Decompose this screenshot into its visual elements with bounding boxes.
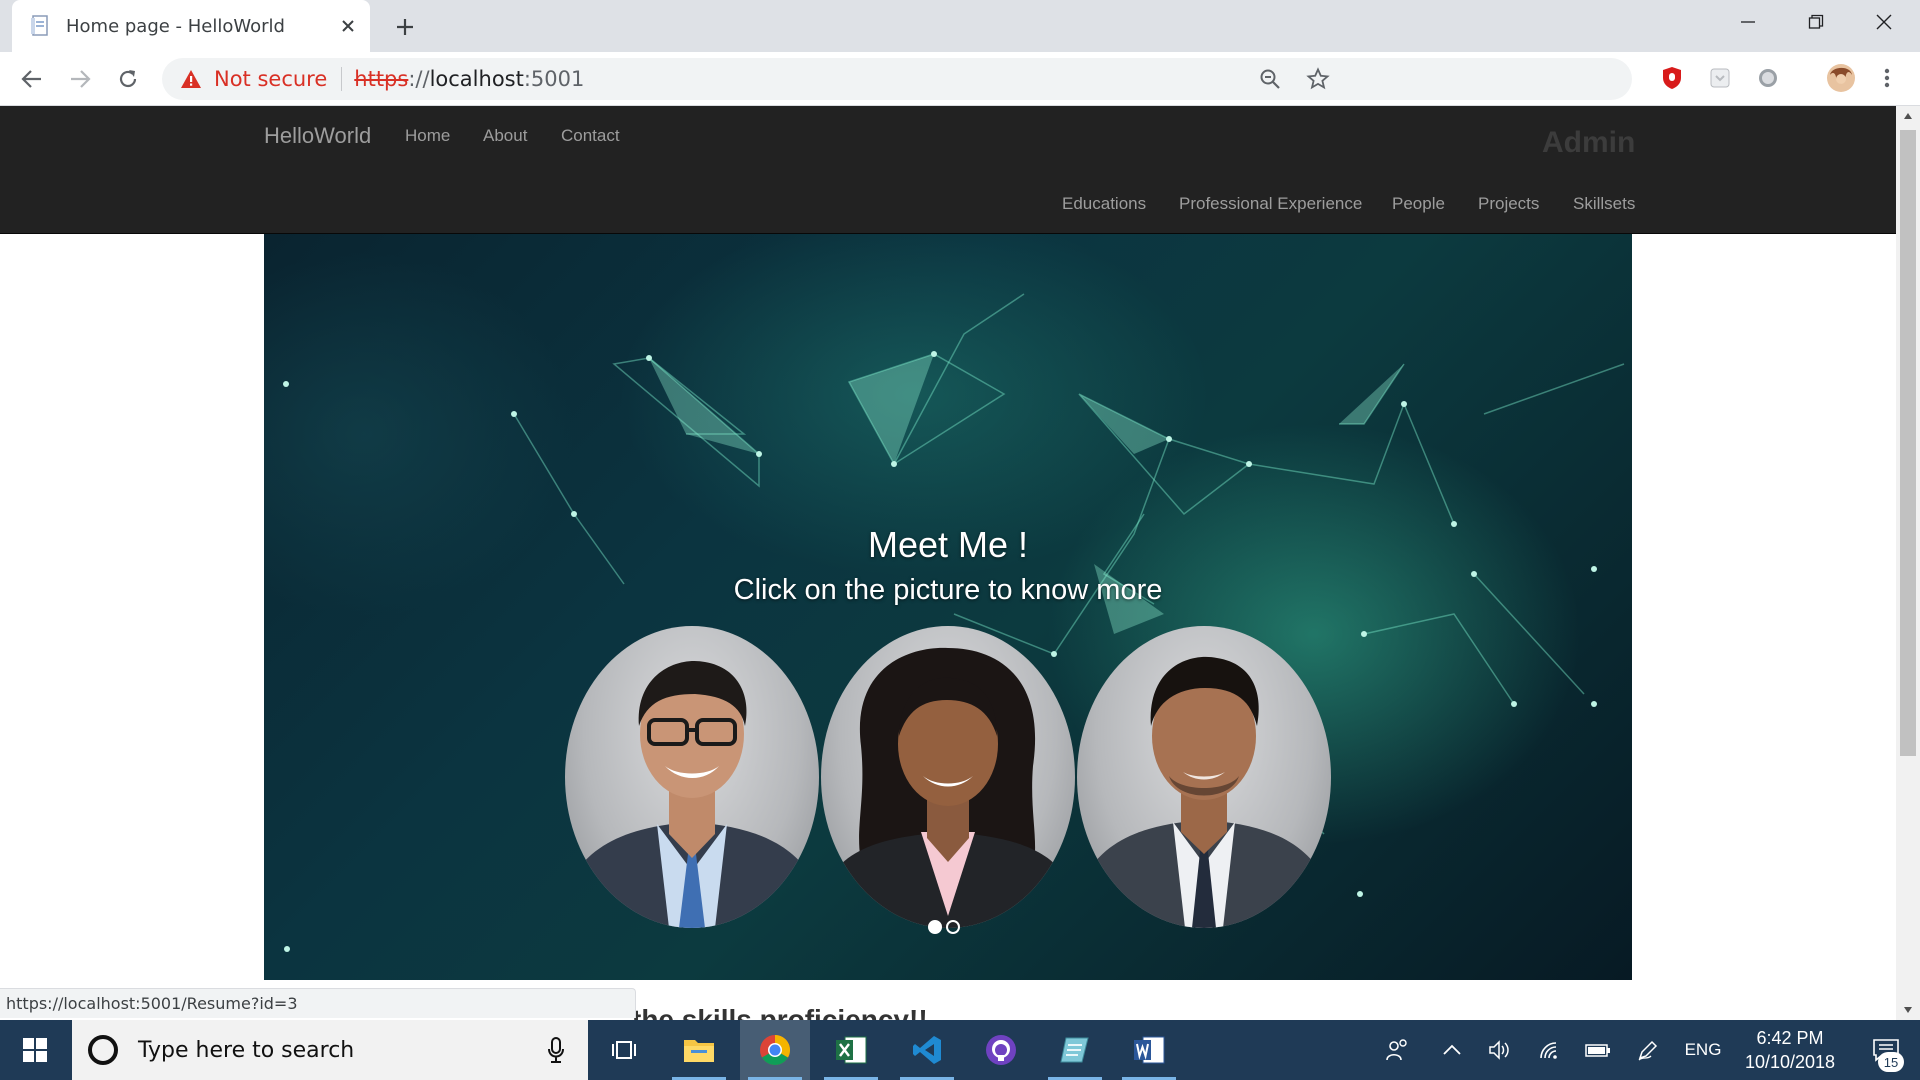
carousel-indicator-2[interactable] — [946, 920, 960, 934]
vscode-icon[interactable] — [892, 1020, 962, 1080]
window-restore-icon[interactable] — [1782, 0, 1850, 44]
link-status-bubble: https://localhost:5001/Resume?id=3 — [0, 988, 636, 1018]
page-viewport: HelloWorld Home About Contact Admin Educ… — [0, 106, 1896, 1020]
warning-triangle-icon[interactable] — [180, 68, 202, 90]
taskbar-search-box[interactable]: Type here to search — [72, 1020, 588, 1080]
excel-icon[interactable] — [816, 1020, 886, 1080]
people-icon[interactable] — [1378, 1020, 1418, 1080]
chrome-taskbar-icon[interactable] — [740, 1020, 810, 1080]
volume-icon[interactable] — [1480, 1020, 1520, 1080]
person-portrait-3[interactable] — [1077, 626, 1331, 928]
page-scrollbar[interactable] — [1896, 106, 1920, 1020]
admin-heading: Admin — [1542, 126, 1636, 159]
carousel-indicators — [928, 920, 960, 934]
back-arrow-icon[interactable] — [14, 61, 50, 97]
task-view-icon[interactable] — [590, 1020, 660, 1080]
url-host: localhost — [429, 67, 524, 91]
browser-toolbar: Not secure https://localhost:5001 — [0, 52, 1920, 106]
windows-start-icon[interactable] — [0, 1020, 70, 1080]
new-tab-plus-icon[interactable] — [388, 10, 422, 44]
clock-time: 6:42 PM — [1756, 1028, 1824, 1048]
pocket-extension-icon[interactable] — [1707, 65, 1733, 91]
battery-icon[interactable] — [1578, 1020, 1618, 1080]
reload-icon[interactable] — [110, 61, 146, 97]
admin-link-educations[interactable]: Educations — [1062, 194, 1146, 214]
admin-link-people[interactable]: People — [1392, 194, 1445, 214]
bookmark-star-icon[interactable] — [1306, 67, 1330, 91]
github-desktop-icon[interactable] — [966, 1020, 1036, 1080]
word-icon[interactable] — [1114, 1020, 1184, 1080]
scroll-down-arrow-icon[interactable] — [1896, 1000, 1920, 1020]
window-minimize-icon[interactable] — [1714, 0, 1782, 44]
person-portrait-1[interactable] — [565, 626, 819, 928]
ublock-extension-icon[interactable] — [1659, 65, 1685, 91]
carousel-indicator-1[interactable] — [928, 920, 942, 934]
nav-link-home[interactable]: Home — [405, 126, 450, 146]
window-close-icon[interactable] — [1850, 0, 1918, 44]
forward-arrow-icon[interactable] — [62, 61, 98, 97]
notification-count-badge: 15 — [1878, 1052, 1904, 1072]
chrome-menu-kebab-icon[interactable] — [1874, 65, 1900, 91]
taskbar-clock[interactable]: 6:42 PM 10/10/2018 — [1728, 1026, 1852, 1074]
admin-link-professional-experience[interactable]: Professional Experience — [1179, 194, 1362, 214]
wifi-icon[interactable] — [1530, 1020, 1570, 1080]
not-secure-label[interactable]: Not secure — [214, 67, 327, 91]
hero-subtitle: Click on the picture to know more — [733, 574, 1163, 606]
windows-taskbar: Type here to search ENG 6:42 PM 10/10/20… — [0, 1020, 1920, 1080]
circle-extension-icon[interactable] — [1755, 65, 1781, 91]
tab-title: Home page - HelloWorld — [66, 15, 285, 37]
zoom-out-icon[interactable] — [1258, 67, 1282, 91]
page-favicon-icon — [30, 15, 50, 37]
hero-title: Meet Me ! — [867, 524, 1029, 565]
clock-date: 10/10/2018 — [1744, 1052, 1836, 1072]
tab-close-icon[interactable] — [332, 10, 364, 42]
url-text[interactable]: https://localhost:5001 — [354, 67, 584, 91]
url-port: :5001 — [523, 67, 585, 91]
pen-workspace-icon[interactable] — [1628, 1020, 1668, 1080]
scroll-up-arrow-icon[interactable] — [1896, 106, 1920, 126]
admin-link-projects[interactable]: Projects — [1478, 194, 1539, 214]
notepad-icon[interactable] — [1040, 1020, 1110, 1080]
nav-link-contact[interactable]: Contact — [561, 126, 620, 146]
show-hidden-icons-chevron-icon[interactable] — [1432, 1020, 1472, 1080]
section-heading-partial: the skills proficiency!! — [632, 1004, 928, 1020]
person-portrait-2[interactable] — [821, 626, 1075, 928]
hero-carousel: Meet Me ! Click on the picture to know m… — [264, 234, 1632, 980]
profile-avatar[interactable] — [1826, 63, 1856, 93]
browser-tabstrip: Home page - HelloWorld — [0, 0, 1920, 52]
site-brand-link[interactable]: HelloWorld — [264, 123, 371, 149]
taskbar-search-placeholder: Type here to search — [138, 1037, 355, 1063]
omnibox-divider — [341, 67, 343, 91]
language-indicator[interactable]: ENG — [1680, 1020, 1726, 1080]
microphone-icon[interactable] — [542, 1036, 570, 1064]
browser-tab-active[interactable]: Home page - HelloWorld — [12, 0, 370, 52]
site-navbar: HelloWorld Home About Contact Admin Educ… — [0, 106, 1896, 234]
url-scheme-separator: :// — [408, 67, 430, 91]
address-bar[interactable]: Not secure https://localhost:5001 — [162, 58, 1632, 100]
nav-link-about[interactable]: About — [483, 126, 527, 146]
url-scheme: https — [354, 67, 409, 91]
admin-link-skillsets[interactable]: Skillsets — [1573, 194, 1635, 214]
action-center-icon[interactable]: 15 — [1858, 1020, 1914, 1080]
file-explorer-icon[interactable] — [664, 1020, 734, 1080]
cortana-circle-icon — [88, 1035, 118, 1065]
scrollbar-thumb[interactable] — [1900, 130, 1916, 756]
